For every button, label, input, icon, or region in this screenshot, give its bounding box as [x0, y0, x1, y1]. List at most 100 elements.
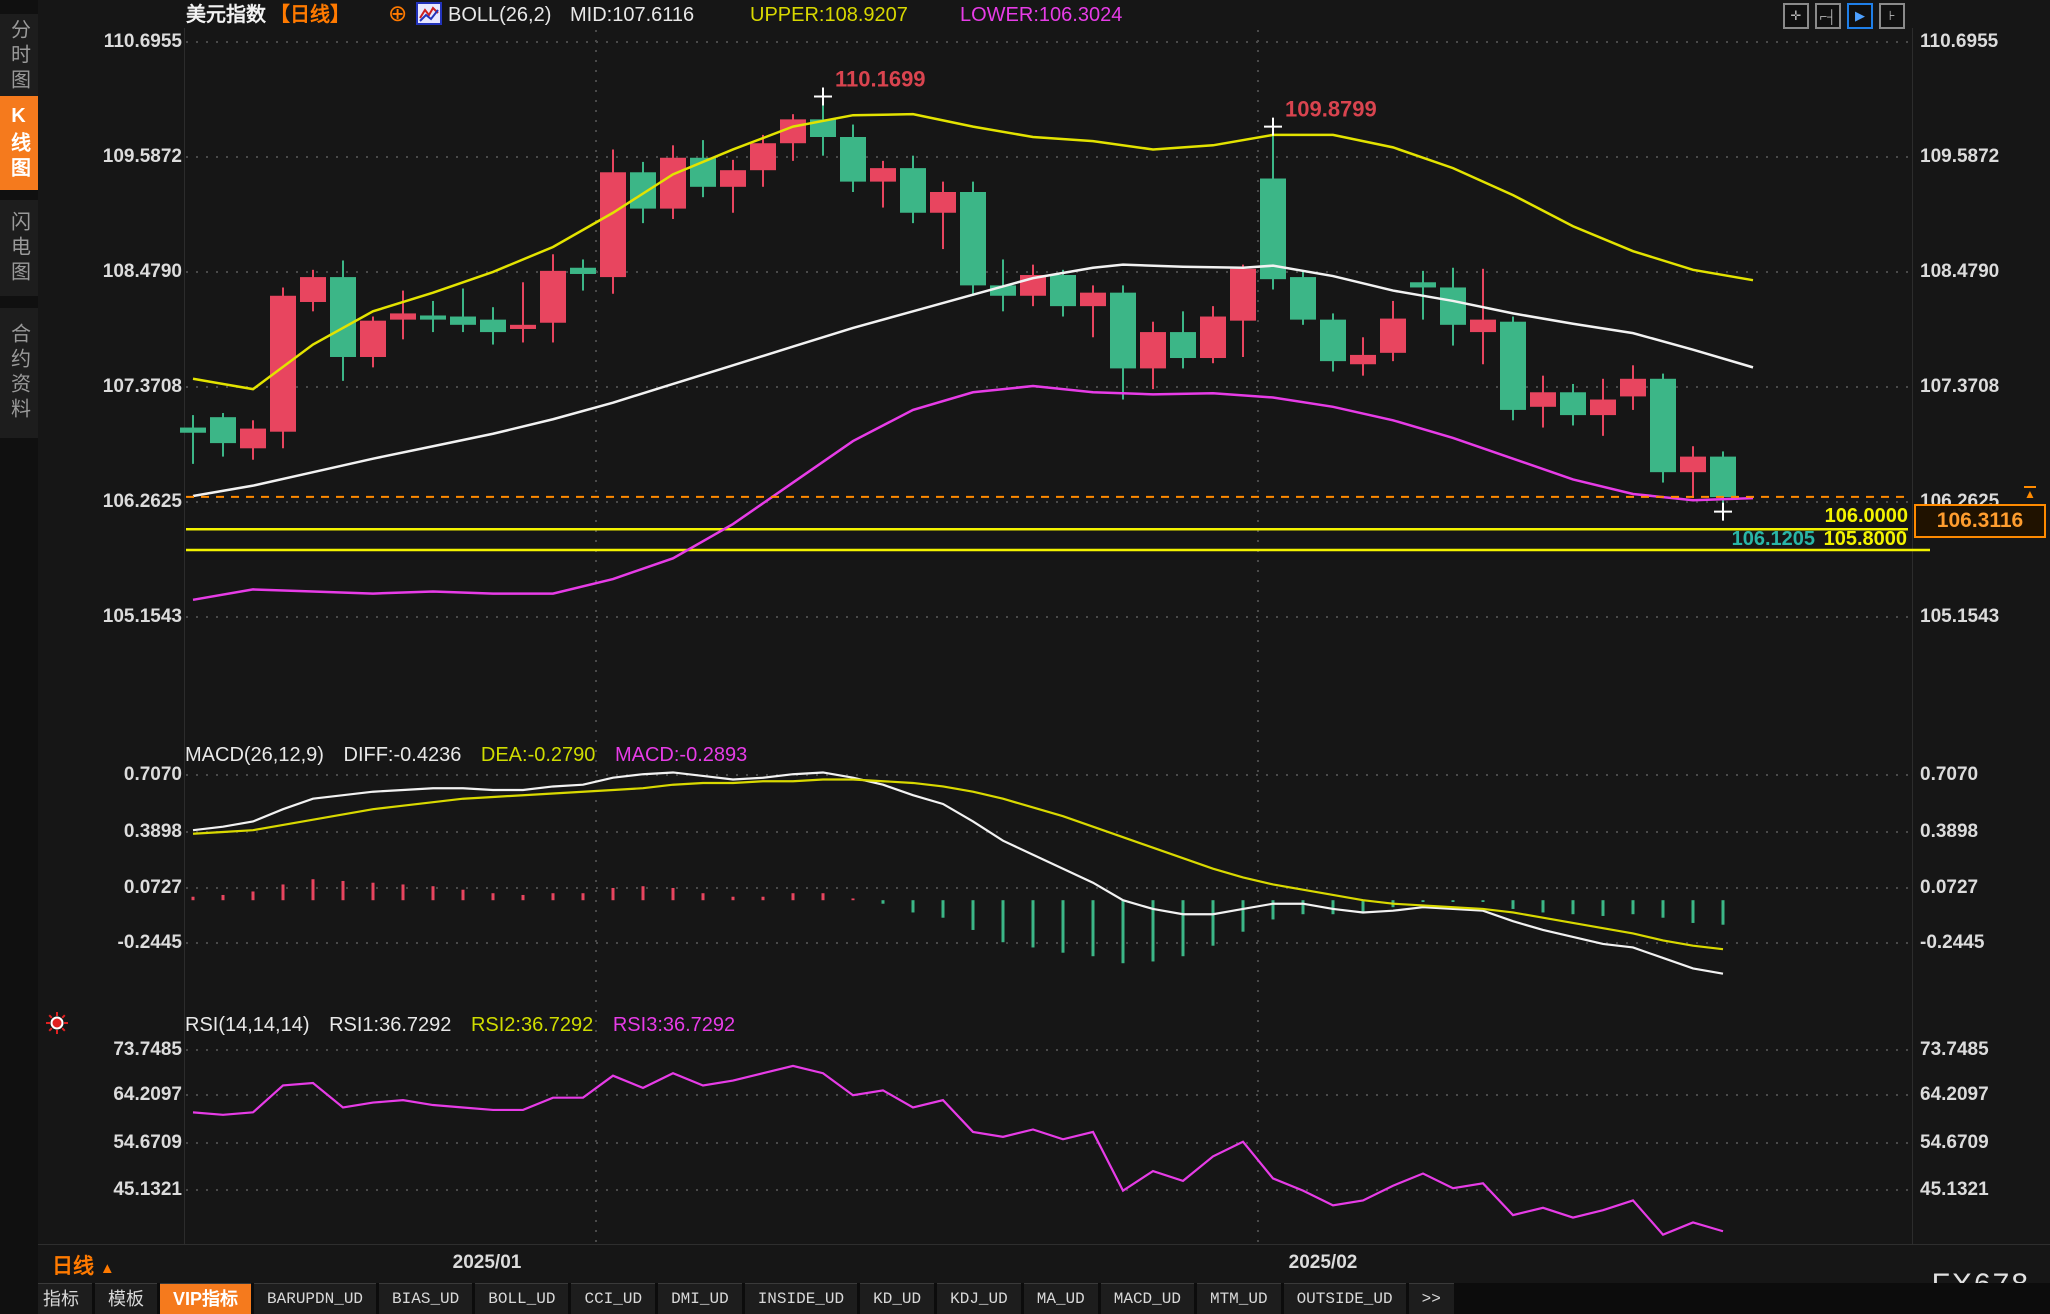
mini-chart-icon[interactable]: [416, 2, 442, 32]
macd-hist-bar: [372, 883, 375, 900]
axis-label-right: 110.6955: [1920, 31, 1998, 53]
axis-label-left: 105.1543: [42, 606, 182, 628]
candle-body: [1560, 392, 1586, 415]
axis-label-left: 45.1321: [42, 1179, 182, 1201]
candle-body: [240, 429, 266, 449]
sidebar-item-2[interactable]: K线图: [0, 96, 38, 190]
rsi-name: RSI(14,14,14): [185, 1014, 310, 1036]
tab-[interactable]: 模板: [95, 1283, 157, 1314]
candle-body: [270, 296, 296, 432]
boll_lower-line: [193, 386, 1753, 600]
alert-price-label-1058: 105.8000: [1792, 528, 1907, 551]
candle-body: [750, 143, 776, 170]
tab-KD_UD[interactable]: KD_UD: [860, 1283, 934, 1314]
macd-hist-bar: [1062, 900, 1065, 952]
axis-label-right: 54.6709: [1920, 1132, 1989, 1154]
trading-app: 110.1699109.8799 分时图K线图闪电图合约资料 美元指数 【日线】…: [0, 0, 2050, 1314]
macd-hist-bar: [1422, 900, 1425, 902]
period-selector[interactable]: 日线 ▲: [52, 1250, 115, 1280]
tab-DMI_UD[interactable]: DMI_UD: [658, 1283, 742, 1314]
live-indicator-icon: [46, 1012, 68, 1034]
candle-body: [180, 428, 206, 433]
tab-[interactable]: 指标: [30, 1283, 92, 1314]
axis-label-left: 64.2097: [42, 1084, 182, 1106]
macd-hist-bar: [1092, 900, 1095, 956]
macd-hist-bar: [1362, 900, 1365, 912]
tab-VIP[interactable]: VIP指标: [160, 1283, 251, 1314]
candle-body: [510, 325, 536, 329]
boll-upper-value: UPPER:108.9207: [750, 3, 908, 27]
tab-OUTSIDE_UD[interactable]: OUTSIDE_UD: [1284, 1283, 1406, 1314]
candle-body: [960, 192, 986, 285]
axis-label-left: 73.7485: [42, 1039, 182, 1061]
macd-macd-value: MACD:-0.2893: [615, 744, 747, 766]
sidebar: 分时图K线图闪电图合约资料: [0, 0, 38, 1314]
move-crosshair-icon[interactable]: ✛: [1783, 3, 1809, 29]
candle-body: [600, 172, 626, 277]
axis-label-right: 107.3708: [1920, 376, 1999, 398]
tab-KDJ_UD[interactable]: KDJ_UD: [937, 1283, 1021, 1314]
macd-hist-bar: [462, 890, 465, 900]
peak-annotation: 109.8799: [1285, 97, 1377, 122]
macd-hist-bar: [1722, 900, 1725, 924]
macd-hist-bar: [252, 891, 255, 900]
macd-hist-bar: [912, 900, 915, 912]
macd-hist-bar: [942, 900, 945, 917]
tab-INSIDE_UD[interactable]: INSIDE_UD: [745, 1283, 857, 1314]
macd-hist-bar: [492, 893, 495, 900]
candle-body: [420, 315, 446, 319]
current-price-box: 106.3116: [1914, 504, 2046, 538]
axis-label-right: 73.7485: [1920, 1039, 1989, 1061]
candle-body: [1380, 319, 1406, 353]
macd-hist-bar: [432, 886, 435, 900]
axis-play-icon[interactable]: ▶: [1847, 3, 1873, 29]
tab-BOLL_UD[interactable]: BOLL_UD: [475, 1283, 568, 1314]
candle-body: [210, 417, 236, 443]
macd-hist-bar: [1302, 900, 1305, 914]
sidebar-item-1[interactable]: 分时图: [0, 14, 38, 98]
chart-canvas[interactable]: 110.1699109.8799: [0, 0, 2050, 1314]
candle-body: [1590, 400, 1616, 416]
tab-CCI_UD[interactable]: CCI_UD: [571, 1283, 655, 1314]
candle-body: [1350, 355, 1376, 364]
macd-hist-bar: [1512, 900, 1515, 909]
tab-MTM_UD[interactable]: MTM_UD: [1197, 1283, 1281, 1314]
axis-label-right: 45.1321: [1920, 1179, 1989, 1201]
add-overlay-icon[interactable]: ⊕: [388, 1, 407, 25]
tab-BIAS_UD[interactable]: BIAS_UD: [379, 1283, 472, 1314]
axis-shift-icon[interactable]: ⊦: [1879, 3, 1905, 29]
tab-MACD_UD[interactable]: MACD_UD: [1101, 1283, 1194, 1314]
macd-hist-bar: [1002, 900, 1005, 942]
tab-[interactable]: >>: [1409, 1283, 1454, 1314]
x-axis-month-label: 2025/02: [1289, 1252, 1358, 1274]
tab-MA_UD[interactable]: MA_UD: [1024, 1283, 1098, 1314]
macd-hist-bar: [1212, 900, 1215, 945]
jump-to-latest-icon[interactable]: ▲: [2024, 486, 2036, 499]
axis-label-left: 107.3708: [42, 376, 182, 398]
macd-hist-bar: [762, 897, 765, 900]
macd-dea-value: DEA:-0.2790: [481, 744, 596, 766]
macd-hist-bar: [522, 895, 525, 900]
peak-marker-icon: [814, 88, 832, 106]
boll-mid-value: MID:107.6116: [570, 3, 694, 27]
macd-hist-bar: [552, 893, 555, 900]
period-tag[interactable]: 【日线】: [270, 3, 350, 27]
tab-BARUPDN_UD[interactable]: BARUPDN_UD: [254, 1283, 376, 1314]
macd-hist-bar: [642, 886, 645, 900]
macd-hist-bar: [1662, 900, 1665, 917]
macd-diff-value: DIFF:-0.4236: [344, 744, 462, 766]
sidebar-item-4[interactable]: 合约资料: [0, 308, 38, 438]
candle-body: [930, 192, 956, 213]
macd-name: MACD(26,12,9): [185, 744, 324, 766]
candle-body: [1080, 293, 1106, 306]
axis-chart-icon[interactable]: ⌐┤: [1815, 3, 1841, 29]
candle-body: [1500, 322, 1526, 410]
axis-label-left: 110.6955: [42, 31, 182, 53]
macd-hist-bar: [792, 893, 795, 900]
caret-up-icon: ▲: [100, 1260, 115, 1277]
candle-body: [1290, 277, 1316, 320]
sidebar-item-3[interactable]: 闪电图: [0, 200, 38, 296]
candle-body: [480, 320, 506, 332]
candle-body: [300, 277, 326, 302]
peak-marker-icon: [1264, 118, 1282, 136]
